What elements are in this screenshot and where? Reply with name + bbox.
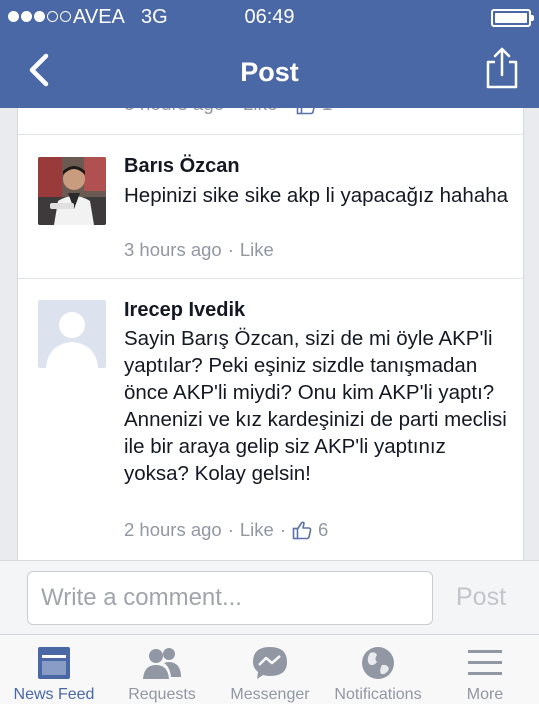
tab-label: More xyxy=(466,686,504,703)
comment-author[interactable]: Barıs Özcan xyxy=(124,155,240,178)
menu-icon xyxy=(468,650,502,675)
messenger-icon xyxy=(253,647,287,679)
comment-time: 3 hours ago xyxy=(124,108,224,116)
comment-meta: 3 hours ago · Like xyxy=(124,239,274,261)
page-title: Post xyxy=(240,57,299,87)
comment-time: 3 hours ago xyxy=(124,239,222,260)
post-button[interactable]: Post xyxy=(456,583,506,612)
comment-meta: 2 hours ago · Like · 6 xyxy=(124,519,328,541)
like-count: 1 xyxy=(322,108,333,116)
like-link[interactable]: Like xyxy=(240,239,274,261)
like-link[interactable]: Like xyxy=(240,519,274,541)
friend-requests-icon xyxy=(143,648,181,679)
avatar[interactable] xyxy=(38,300,106,368)
comment-text: Sayin Barış Özcan, sizi de mi öyle AKP'l… xyxy=(124,327,507,485)
profile-photo xyxy=(38,157,106,225)
thumbs-up-icon xyxy=(296,108,315,115)
meta-separator: · xyxy=(284,108,290,116)
comments-feed[interactable]: 3 hours ago · Like · 1 Barıs Özcan xyxy=(17,108,524,560)
comment-author[interactable]: Irecep Ivedik xyxy=(124,299,245,322)
news-feed-icon xyxy=(38,647,70,679)
tab-requests[interactable]: Requests xyxy=(108,635,216,704)
tab-news-feed[interactable]: News Feed xyxy=(0,635,108,704)
comment-text: Hepinizi sike sike akp li yapacağız haha… xyxy=(124,184,509,207)
previous-comment-meta: 3 hours ago · Like · 1 xyxy=(124,108,332,116)
thumbs-up-icon xyxy=(292,521,312,540)
tab-bar: News Feed Requests Messenger Notificatio… xyxy=(0,634,539,704)
meta-separator: · xyxy=(279,519,287,540)
tab-notifications[interactable]: Notifications xyxy=(324,635,432,704)
tab-more[interactable]: More xyxy=(431,635,539,704)
comment-item: Barıs Özcan Hepinizi sike sike akp li ya… xyxy=(18,135,523,280)
globe-icon xyxy=(362,647,394,679)
avatar[interactable] xyxy=(38,157,106,225)
comment-input[interactable] xyxy=(27,571,433,625)
tab-messenger[interactable]: Messenger xyxy=(216,635,324,704)
meta-separator: · xyxy=(227,239,234,260)
comment-composer: Post xyxy=(0,560,539,634)
battery-icon xyxy=(491,9,534,27)
comment-time: 2 hours ago xyxy=(124,519,222,540)
share-icon[interactable] xyxy=(485,46,519,90)
meta-separator: · xyxy=(227,519,234,540)
status-time: 06:49 xyxy=(244,6,295,28)
comment-item: Irecep Ivedik Sayin Barış Özcan, sizi de… xyxy=(18,279,523,559)
like-count: 6 xyxy=(318,519,329,540)
meta-separator: · xyxy=(230,108,236,116)
default-profile-icon xyxy=(38,300,106,368)
like-link[interactable]: Like xyxy=(243,108,278,116)
top-bar: AVEA 3G 06:49 Post xyxy=(0,0,539,108)
status-bar: AVEA 3G 06:49 xyxy=(0,0,539,34)
